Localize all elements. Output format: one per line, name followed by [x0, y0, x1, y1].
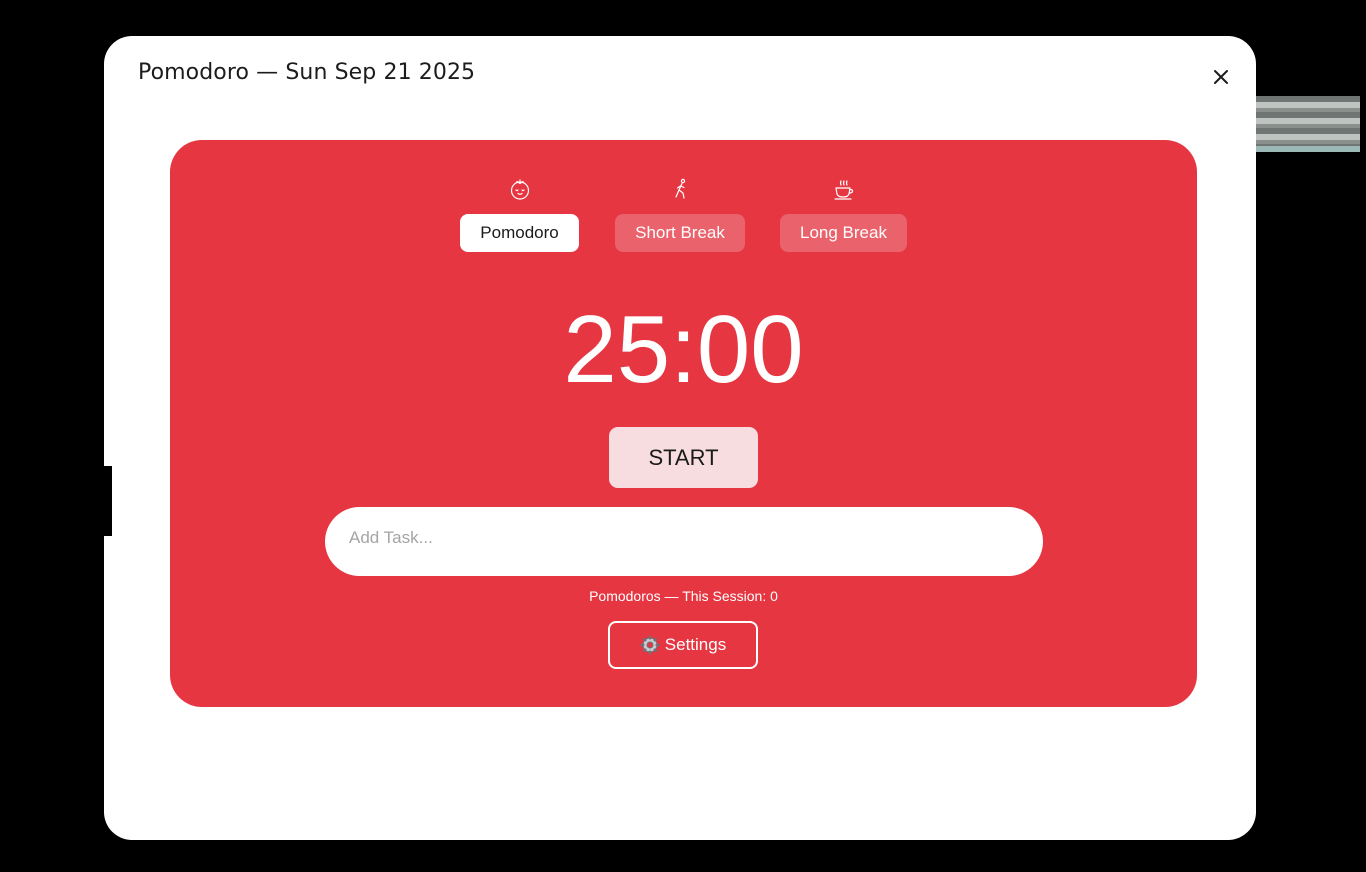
close-icon	[1214, 70, 1228, 84]
tab-long-break-label: Long Break	[800, 223, 887, 242]
dialog-edge-shadow	[104, 466, 112, 536]
session-counter: Pomodoros — This Session: 0	[589, 588, 778, 604]
settings-button-label: Settings	[664, 635, 727, 654]
tab-short-break-label: Short Break	[635, 223, 725, 242]
add-task-input[interactable]	[325, 507, 1043, 576]
tab-long-break[interactable]: Long Break	[780, 214, 907, 252]
settings-button[interactable]: Settings	[608, 621, 758, 669]
pomodoro-dialog: Pomodoro — Sun Sep 21 2025 Pomodoro Shor…	[104, 36, 1256, 840]
timer-panel: Pomodoro Short Break Long Break 25:00 ST…	[170, 140, 1197, 707]
start-button-label: START	[648, 444, 719, 470]
tab-short-break[interactable]: Short Break	[615, 214, 745, 252]
gear-icon	[640, 635, 660, 655]
close-button[interactable]	[1206, 62, 1236, 92]
dialog-title: Pomodoro — Sun Sep 21 2025	[138, 60, 476, 85]
tab-pomodoro[interactable]: Pomodoro	[460, 214, 579, 252]
coffee-cup-icon	[831, 177, 857, 203]
tab-pomodoro-label: Pomodoro	[480, 223, 559, 242]
timer-display: 25:00	[563, 296, 804, 403]
background-window-fragment	[1256, 96, 1360, 152]
tomato-icon	[507, 176, 533, 202]
runner-icon	[667, 176, 693, 202]
start-button[interactable]: START	[609, 427, 758, 488]
